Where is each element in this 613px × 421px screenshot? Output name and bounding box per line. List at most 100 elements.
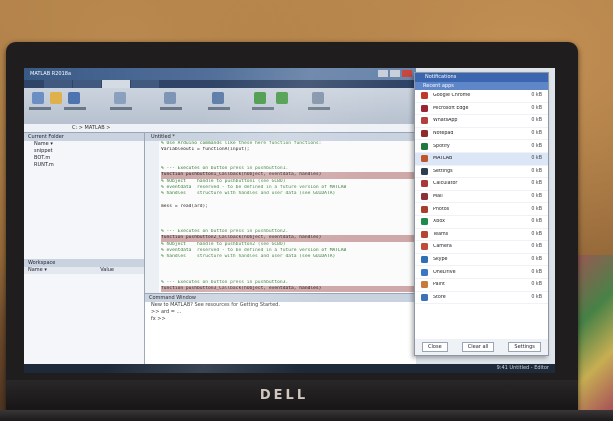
app-name: Photos: [433, 206, 450, 212]
app-name: Xbox: [433, 219, 445, 225]
file-item[interactable]: BOT.m: [24, 155, 144, 162]
breakpoints-icon[interactable]: [212, 92, 224, 104]
ribbon-tab[interactable]: [131, 80, 159, 88]
ribbon-tabs: [24, 80, 416, 88]
app-icon: [421, 155, 428, 163]
app-list-item[interactable]: Notepad 0 kB: [415, 128, 548, 141]
app-value: 0 kB: [531, 244, 542, 250]
app-name: Store: [433, 294, 446, 300]
run-icon[interactable]: [254, 92, 266, 104]
code-line: function pushbutton3_Callback(hObject, e…: [161, 285, 416, 293]
close-button[interactable]: [402, 70, 412, 77]
toolstrip-label: [308, 107, 330, 110]
code-editor[interactable]: Untitled * % Use Arduino commands like t…: [145, 133, 416, 293]
file-item[interactable]: RUNT.m: [24, 162, 144, 169]
app-value: 0 kB: [531, 282, 542, 288]
app-titlebar: MATLAB R2018a: [24, 68, 416, 80]
workspace-col-value[interactable]: Value: [100, 267, 114, 274]
app-list-item[interactable]: Mail 0 kB: [415, 191, 548, 204]
app-name: Camera: [433, 244, 452, 250]
app-icon: [421, 256, 428, 264]
close-popup-button[interactable]: Close: [422, 342, 448, 352]
app-value: 0 kB: [531, 294, 542, 300]
app-value: 0 kB: [531, 143, 542, 149]
toolstrip-label: [29, 107, 51, 110]
ribbon-tab[interactable]: [73, 80, 101, 88]
toolstrip-label: [160, 107, 182, 110]
command-line: New to MATLAB? See resources for Getting…: [151, 302, 280, 308]
laptop-screen: MATLAB R2018a C: > MATLAB > Current Fold…: [24, 68, 555, 373]
app-list-item[interactable]: OneDrive 0 kB: [415, 266, 548, 279]
popup-title: Notifications: [415, 73, 548, 82]
laptop-base: [0, 410, 613, 421]
clear-all-button[interactable]: Clear all: [461, 342, 495, 352]
app-list-item[interactable]: WhatsApp 0 kB: [415, 115, 548, 128]
file-item[interactable]: snippet: [24, 148, 144, 155]
command-prompt[interactable]: fx >>: [145, 316, 416, 323]
app-name: Settings: [433, 168, 453, 174]
app-name: MATLAB: [433, 156, 453, 162]
run-section-icon[interactable]: [312, 92, 324, 104]
app-list-item[interactable]: Calculator 0 kB: [415, 178, 548, 191]
app-list-item[interactable]: Spotify 0 kB: [415, 140, 548, 153]
notification-popup: Notifications Recent apps Google Chrome 0…: [414, 72, 549, 356]
taskbar-status: 9:41 Untitled - Editor: [496, 365, 549, 371]
taskbar: 9:41 Untitled - Editor: [24, 364, 555, 373]
app-list-item[interactable]: Skype 0 kB: [415, 254, 548, 267]
toolstrip-label: [110, 107, 132, 110]
app-icon: [421, 130, 428, 138]
app-icon: [421, 117, 428, 125]
find-icon[interactable]: [114, 92, 126, 104]
popup-footer: Close Clear all Settings: [415, 339, 548, 355]
app-name: Notepad: [433, 131, 454, 137]
command-line: >> ard = ...: [151, 309, 182, 315]
toolstrip-label: [64, 107, 86, 110]
app-value: 0 kB: [531, 231, 542, 237]
app-value: 0 kB: [531, 93, 542, 99]
app-list-item[interactable]: Store 0 kB: [415, 292, 548, 305]
app-icon: [421, 268, 428, 276]
open-icon[interactable]: [50, 92, 62, 104]
app-list-item[interactable]: Camera 0 kB: [415, 241, 548, 254]
ribbon-tab[interactable]: [44, 80, 72, 88]
window-controls: [378, 70, 412, 77]
command-window[interactable]: Command Window New to MATLAB? See resour…: [145, 293, 416, 373]
app-list-item[interactable]: Google Chrome 0 kB: [415, 90, 548, 103]
current-folder-panel: Current Folder Name ▾ snippet BOT.m RUNT…: [24, 133, 145, 373]
address-bar[interactable]: C: > MATLAB >: [24, 124, 416, 133]
app-name: Spotify: [433, 143, 450, 149]
save-icon[interactable]: [68, 92, 80, 104]
line-number-gutter: [145, 141, 159, 293]
app-list-item[interactable]: Paint 0 kB: [415, 279, 548, 292]
app-list-item[interactable]: Settings 0 kB: [415, 166, 548, 179]
app-name: OneDrive: [433, 269, 456, 275]
app-value: 0 kB: [531, 194, 542, 200]
toolstrip-label: [208, 107, 230, 110]
app-list-item[interactable]: Microsoft Edge 0 kB: [415, 103, 548, 116]
app-list-item[interactable]: Xbox 0 kB: [415, 216, 548, 229]
comment-icon[interactable]: [164, 92, 176, 104]
app-name: Mail: [433, 194, 443, 200]
maximize-button[interactable]: [390, 70, 400, 77]
new-icon[interactable]: [32, 92, 44, 104]
app-list-item[interactable]: Teams 0 kB: [415, 229, 548, 242]
app-name: Skype: [433, 257, 448, 263]
app-icon: [421, 293, 428, 301]
laptop-brand-logo: DELL: [259, 388, 309, 403]
run-advance-icon[interactable]: [276, 92, 288, 104]
app-list-item[interactable]: Photos 0 kB: [415, 203, 548, 216]
file-list-header[interactable]: Name ▾: [24, 141, 144, 148]
app-name: Teams: [433, 231, 449, 237]
workspace-col-name[interactable]: Name ▾: [28, 267, 47, 274]
ribbon-tab-active[interactable]: [102, 80, 130, 88]
minimize-button[interactable]: [378, 70, 388, 77]
code-area[interactable]: % Use Arduino commands like these here f…: [161, 141, 416, 293]
settings-button[interactable]: Settings: [508, 342, 541, 352]
app-icon: [421, 243, 428, 251]
app-icon: [421, 205, 428, 213]
app-list: Google Chrome 0 kB Microsoft Edge 0 kB Whats…: [415, 90, 548, 305]
toolstrip-label: [252, 107, 274, 110]
editor-tab[interactable]: Untitled *: [145, 133, 416, 141]
app-name: Calculator: [433, 181, 458, 187]
app-list-item[interactable]: MATLAB 0 kB: [415, 152, 548, 166]
